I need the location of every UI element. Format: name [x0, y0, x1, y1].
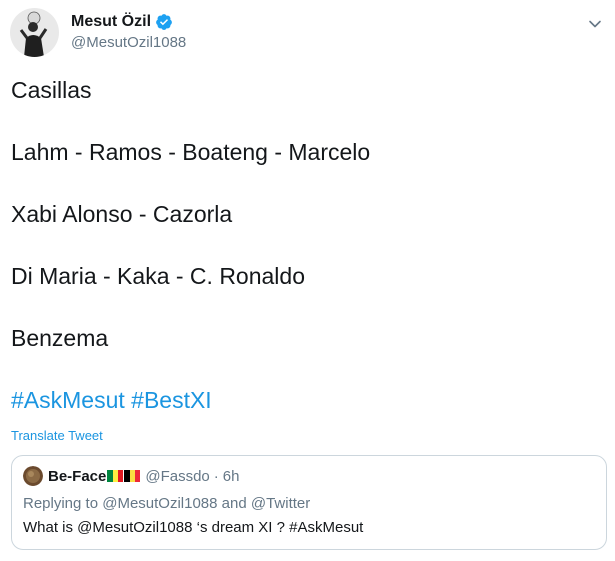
quoted-author-name[interactable]: Be-Face: [48, 468, 106, 485]
hashtags: #AskMesut #BestXI: [11, 386, 601, 414]
tweet-line-goalkeeper: Casillas: [11, 77, 92, 103]
translate-tweet-link[interactable]: Translate Tweet: [11, 428, 103, 444]
verified-badge-icon: [155, 13, 173, 31]
avatar[interactable]: [10, 8, 59, 57]
tweet-header: Mesut Özil @MesutOzil1088: [10, 8, 186, 57]
tweet-line-defenders: Lahm - Ramos - Boateng - Marcelo: [11, 139, 371, 165]
tweet-body: Casillas Lahm - Ramos - Boateng - Marcel…: [11, 76, 601, 414]
belgium-flag-icon: [124, 470, 141, 482]
senegal-flag-icon: [107, 470, 124, 482]
tweet-line-wingers: Di Maria - Kaka - C. Ronaldo: [11, 263, 305, 289]
chevron-down-icon[interactable]: [585, 14, 605, 34]
replying-to-mention-twitter[interactable]: @Twitter: [251, 495, 310, 512]
author-name-row: Mesut Özil: [71, 12, 186, 32]
quoted-replying-to: Replying to @MesutOzil1088 and @Twitter: [23, 494, 595, 514]
author-handle[interactable]: @MesutOzil1088: [71, 33, 186, 53]
replying-to-mention-mesut[interactable]: @MesutOzil1088: [102, 495, 217, 512]
replying-to-prefix: Replying to: [23, 495, 99, 512]
quoted-tweet[interactable]: Be-Face @Fassdo · 6h Replying to @MesutO…: [11, 455, 607, 550]
quoted-avatar[interactable]: [23, 466, 43, 486]
quoted-tweet-header: Be-Face @Fassdo · 6h: [23, 466, 595, 486]
quoted-author-handle[interactable]: @Fassdo: [145, 468, 209, 485]
tweet-line-midfielders: Xabi Alonso - Cazorla: [11, 201, 233, 227]
quoted-separator: ·: [213, 467, 219, 485]
tweet-line-striker: Benzema: [11, 325, 109, 351]
hashtag-askmesut[interactable]: #AskMesut: [11, 387, 125, 413]
quoted-tweet-text: What is @MesutOzil1088 ‘s dream XI ? #As…: [23, 519, 364, 536]
author-names: Mesut Özil @MesutOzil1088: [71, 12, 186, 53]
quoted-timestamp[interactable]: 6h: [223, 468, 240, 485]
author-name[interactable]: Mesut Özil: [71, 12, 151, 32]
replying-to-and: and: [221, 495, 247, 512]
hashtag-bestxi[interactable]: #BestXI: [131, 387, 212, 413]
tweet-card: Mesut Özil @MesutOzil1088 Casillas Lahm …: [0, 0, 615, 561]
